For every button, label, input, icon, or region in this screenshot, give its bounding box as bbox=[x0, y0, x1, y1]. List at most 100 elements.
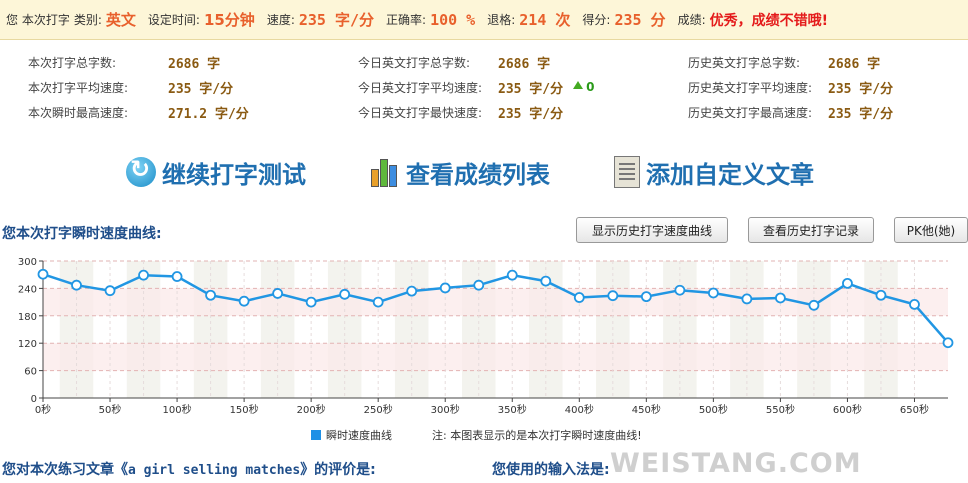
input-method-label: 您使用的输入法是: bbox=[492, 462, 610, 478]
review-suffix: 》的评价是: bbox=[300, 462, 376, 478]
stat-value: 271.2 字/分 bbox=[168, 106, 249, 122]
stat-history-max: 历史英文打字最高速度: 235 字/分 bbox=[688, 100, 893, 124]
x-tick-label: 600秒 bbox=[833, 403, 862, 416]
data-point bbox=[171, 271, 183, 282]
bar-chart-icon bbox=[370, 157, 400, 187]
accuracy-label: 正确率: bbox=[386, 13, 427, 27]
backspace-value: 214 次 bbox=[519, 11, 571, 29]
stat-history-avg: 历史英文打字平均速度: 235 字/分 bbox=[688, 75, 893, 99]
data-point bbox=[707, 287, 719, 299]
data-point bbox=[406, 285, 418, 297]
time-label: 设定时间: bbox=[147, 13, 200, 27]
article-name: a girl selling matches bbox=[128, 463, 301, 478]
x-tick-label: 200秒 bbox=[297, 403, 326, 416]
grade-value: 优秀，成绩不错哦! bbox=[709, 12, 828, 29]
view-history-record-button[interactable]: 查看历史打字记录 bbox=[748, 217, 874, 243]
stat-value: 2686 字 bbox=[498, 56, 551, 72]
score-value: 235 分 bbox=[614, 11, 666, 29]
stat-label: 今日英文打字总字数: bbox=[358, 55, 471, 70]
data-point bbox=[909, 298, 920, 310]
stat-value: 235 字/分 bbox=[498, 106, 564, 122]
stat-history-total: 历史英文打字总字数: 2686 字 bbox=[688, 50, 880, 74]
data-point bbox=[540, 275, 552, 287]
x-tick-label: 250秒 bbox=[364, 403, 393, 416]
data-point bbox=[339, 288, 351, 300]
data-point bbox=[473, 279, 485, 291]
stat-value: 2686 字 bbox=[168, 56, 221, 72]
data-point bbox=[640, 291, 652, 303]
stat-value: 235 字/分 bbox=[498, 81, 564, 97]
data-point bbox=[674, 284, 686, 296]
arrow-up-icon bbox=[573, 81, 584, 89]
x-tick-label: 400秒 bbox=[565, 403, 594, 416]
speed-label: 速度: bbox=[266, 13, 295, 27]
x-tick-label: 500秒 bbox=[699, 403, 728, 416]
refresh-icon bbox=[126, 155, 156, 187]
x-tick-label: 50秒 bbox=[99, 403, 122, 416]
stat-label: 今日英文打字最快速度: bbox=[358, 105, 483, 120]
result-bar: 您 本次打字 类别: 英文 设定时间: 15分钟 速度: 235 字/分 正确率… bbox=[0, 0, 968, 40]
accuracy-value: 100 % bbox=[430, 10, 476, 29]
document-icon bbox=[614, 156, 640, 188]
stat-value: 2686 字 bbox=[828, 56, 881, 72]
y-tick-label: 120 bbox=[18, 339, 37, 350]
trend-value: 0 bbox=[586, 80, 595, 94]
x-tick-label: 550秒 bbox=[766, 403, 795, 416]
speed-value: 235 字/分 bbox=[298, 11, 375, 29]
stat-value: 235 字/分 bbox=[168, 81, 234, 97]
legend-swatch bbox=[311, 430, 321, 440]
y-tick-label: 180 bbox=[18, 312, 37, 323]
stats-panel: 本次打字总字数: 2686 字 本次打字平均速度: 235 字/分 本次瞬时最高… bbox=[0, 50, 968, 126]
data-point bbox=[942, 337, 954, 349]
data-point bbox=[808, 299, 820, 311]
trend-up: 0 bbox=[563, 80, 595, 94]
data-point bbox=[875, 289, 887, 301]
data-point bbox=[506, 269, 518, 281]
y-tick-label: 60 bbox=[24, 367, 37, 378]
data-point bbox=[205, 289, 216, 301]
backspace-label: 退格: bbox=[487, 13, 516, 27]
review-prefix: 您对本次练习文章《 bbox=[2, 462, 128, 478]
continue-typing-label: 继续打字测试 bbox=[162, 160, 306, 189]
action-links: 继续打字测试 查看成绩列表 添加自定义文章 bbox=[0, 152, 968, 192]
x-tick-label: 650秒 bbox=[900, 403, 929, 416]
stat-label: 历史英文打字平均速度: bbox=[688, 80, 813, 95]
show-history-curve-button[interactable]: 显示历史打字速度曲线 bbox=[576, 217, 728, 243]
watermark: WEISTANG.COM bbox=[610, 448, 862, 479]
y-tick-label: 240 bbox=[18, 284, 37, 295]
data-point bbox=[272, 288, 284, 299]
view-scores-link[interactable]: 查看成绩列表 bbox=[370, 152, 550, 192]
legend-note: 注: 本图表显示的是本次打字瞬时速度曲线! bbox=[432, 429, 642, 442]
x-tick-label: 150秒 bbox=[230, 403, 259, 416]
add-custom-article-link[interactable]: 添加自定义文章 bbox=[614, 152, 814, 192]
data-point bbox=[439, 282, 451, 294]
stat-label: 历史英文打字总字数: bbox=[688, 55, 801, 70]
data-point bbox=[37, 268, 49, 280]
data-point bbox=[71, 279, 82, 291]
x-tick-label: 0秒 bbox=[35, 403, 51, 416]
stat-session-total: 本次打字总字数: 2686 字 bbox=[28, 50, 220, 74]
stat-value: 235 字/分 bbox=[828, 106, 894, 122]
data-point bbox=[138, 269, 149, 281]
x-tick-label: 350秒 bbox=[498, 403, 527, 416]
stat-session-avg: 本次打字平均速度: 235 字/分 bbox=[28, 75, 233, 99]
chart-title: 您本次打字瞬时速度曲线: bbox=[2, 226, 162, 242]
data-point bbox=[305, 296, 317, 308]
data-point bbox=[607, 290, 619, 302]
continue-typing-link[interactable]: 继续打字测试 bbox=[126, 152, 306, 192]
data-point bbox=[573, 292, 585, 303]
add-custom-article-label: 添加自定义文章 bbox=[646, 160, 814, 189]
stat-today-total: 今日英文打字总字数: 2686 字 bbox=[358, 50, 550, 74]
category-label: 类别: bbox=[73, 13, 102, 27]
x-tick-label: 100秒 bbox=[163, 403, 192, 416]
stat-today-avg: 今日英文打字平均速度: 235 字/分 0 bbox=[358, 75, 595, 99]
data-point bbox=[238, 295, 250, 307]
stat-value: 235 字/分 bbox=[828, 81, 894, 97]
stat-label: 本次打字总字数: bbox=[28, 55, 117, 70]
chart-legend: 瞬时速度曲线 注: 本图表显示的是本次打字瞬时速度曲线! bbox=[311, 427, 642, 443]
view-scores-label: 查看成绩列表 bbox=[406, 160, 550, 189]
x-tick-label: 300秒 bbox=[431, 403, 460, 416]
data-point bbox=[372, 296, 384, 308]
y-tick-label: 0 bbox=[31, 394, 37, 405]
pk-button[interactable]: PK他(她) bbox=[894, 217, 968, 243]
